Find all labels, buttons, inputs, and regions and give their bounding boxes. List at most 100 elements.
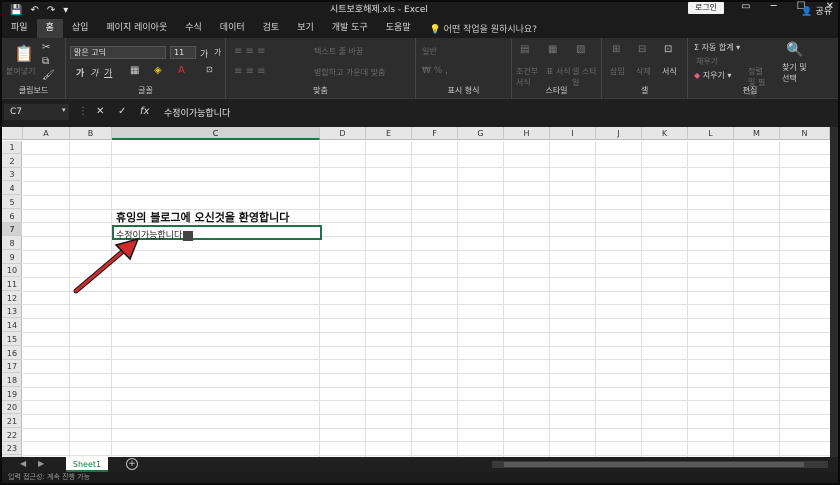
merge-center-button[interactable]: 병합하고 가운데 맞춤 [314,67,385,78]
format-painter-icon[interactable]: 🖌 [42,70,55,81]
formula-input[interactable]: 수정이가능합니다 [164,106,230,119]
row-header[interactable]: 9 [2,251,22,264]
row-header[interactable]: 8 [2,237,22,250]
row-header[interactable]: 13 [2,305,22,319]
ribbon-display-icon[interactable]: ▭ [741,1,750,12]
font-settings-icon[interactable]: ⊡ [206,65,213,74]
font-name-select[interactable]: 맑은 고딕 [70,46,166,59]
align-top-icon[interactable]: ≡ ≡ ≡ [234,46,266,57]
tab-data[interactable]: 데이터 [211,19,254,38]
row-header[interactable]: 4 [2,182,22,196]
delete-cells-button[interactable]: 삭제 [636,66,651,77]
find-select-button[interactable]: 찾기 및 선택 [782,62,810,84]
cell-c6[interactable]: 휴잉의 블로그에 오신것을 환영합니다 [116,209,289,225]
row-header[interactable]: 23 [2,442,22,456]
name-box[interactable]: C7 [4,104,69,120]
add-sheet-icon[interactable]: + [126,458,138,470]
cut-icon[interactable]: ✂ [42,42,50,53]
clear-button[interactable]: ◆ 지우기 ▾ [694,70,731,81]
row-header[interactable]: 20 [2,401,22,415]
row-header[interactable]: 3 [2,168,22,182]
row-header[interactable]: 17 [2,360,22,374]
grow-font-button[interactable]: 가 [200,47,208,60]
row-header[interactable]: 14 [2,319,22,333]
tab-insert[interactable]: 삽입 [63,19,98,38]
tab-help[interactable]: 도움말 [377,19,420,38]
sheet-tab-sheet1[interactable]: Sheet1 [66,457,108,472]
row-header[interactable]: 18 [2,374,22,387]
horizontal-scrollbar[interactable] [492,461,828,468]
column-header-g[interactable]: G [458,127,504,140]
column-header-e[interactable]: E [366,127,412,140]
shrink-font-button[interactable]: 가 [214,47,221,58]
column-header-f[interactable]: F [412,127,458,140]
worksheet-grid[interactable]: A B C D E F G H I J K L M N 1 2 3 4 5 6 7 8 9 10 1… [2,127,830,457]
vertical-scrollbar[interactable] [830,127,838,457]
row-header[interactable]: 10 [2,264,22,278]
tab-formulas[interactable]: 수식 [176,19,211,38]
format-as-table-button[interactable]: 표 서식 [546,66,571,77]
paste-icon[interactable]: 📋 [14,44,34,63]
column-header-h[interactable]: H [504,127,550,140]
column-header-c[interactable]: C [112,127,320,140]
italic-button[interactable]: 가 [90,66,98,79]
autosum-button[interactable]: Σ 자동 합계 ▾ [694,42,740,53]
customize-icon[interactable]: ▾ [63,5,68,16]
row-header[interactable]: 15 [2,333,22,346]
minimize-icon[interactable]: ─ [771,1,777,12]
scroll-left-icon[interactable]: ◀ [20,459,26,468]
fill-color-icon[interactable]: ◈ [154,65,162,76]
column-header-m[interactable]: M [734,127,780,140]
select-all-corner[interactable] [2,127,23,140]
font-color-icon[interactable]: A [178,65,185,76]
undo-icon[interactable]: ↶ [30,5,38,16]
row-header[interactable]: 7 [2,223,22,237]
horizontal-scroll-thumb[interactable] [504,462,804,467]
tab-file[interactable]: 파일 [2,19,37,38]
login-button[interactable]: 로그인 [688,2,724,14]
bold-button[interactable]: 가 [76,66,84,79]
row-header[interactable]: 1 [2,141,22,154]
column-header-a[interactable]: A [23,127,70,140]
tab-view[interactable]: 보기 [288,19,323,38]
column-header-k[interactable]: K [642,127,688,140]
underline-button[interactable]: 가 [104,66,112,79]
format-cells-button[interactable]: 서식 [662,66,677,77]
column-header-n[interactable]: N [780,127,830,140]
row-header[interactable]: 22 [2,429,22,442]
column-header-b[interactable]: B [70,127,112,140]
insert-cells-button[interactable]: 삽입 [610,66,625,77]
name-box-dropdown-icon[interactable]: ▾ [62,106,66,114]
row-header[interactable]: 2 [2,155,22,168]
share-button[interactable]: 👤 공유 [801,4,832,17]
font-size-select[interactable]: 11 [170,46,196,59]
tab-review[interactable]: 검토 [254,19,289,38]
column-header-d[interactable]: D [320,127,366,140]
currency-icon[interactable]: ₩ % , [422,66,448,76]
row-header[interactable]: 12 [2,292,22,305]
tab-developer[interactable]: 개발 도구 [323,19,377,38]
scroll-right-icon[interactable]: ▶ [38,459,44,468]
fill-button[interactable]: 채우기 [696,56,718,67]
row-header[interactable]: 6 [2,210,22,223]
column-header-i[interactable]: I [550,127,596,140]
column-header-l[interactable]: L [688,127,734,140]
tab-home[interactable]: 홈 [36,19,63,38]
border-icon[interactable]: ▦ [130,65,139,76]
copy-icon[interactable]: ⧉ [42,56,49,67]
cancel-icon[interactable]: ✕ [96,106,104,117]
redo-icon[interactable]: ↷ [47,5,55,16]
row-header[interactable]: 11 [2,278,22,291]
save-icon[interactable]: 💾 [10,5,22,16]
tell-me-search[interactable]: 💡 어떤 작업을 원하시나요? [420,22,537,35]
insert-function-icon[interactable]: fx [140,106,149,117]
row-header[interactable]: 5 [2,196,22,209]
tab-page-layout[interactable]: 페이지 레이아웃 [97,19,176,38]
wrap-text-button[interactable]: 텍스트 줄 바꿈 [314,46,363,57]
enter-icon[interactable]: ✓ [118,106,126,117]
row-header[interactable]: 21 [2,415,22,428]
column-header-j[interactable]: J [596,127,642,140]
number-format-select[interactable]: 일반 [422,46,437,57]
row-header[interactable]: 19 [2,388,22,401]
align-left-icon[interactable]: ≡ ≡ ≡ [234,66,266,77]
